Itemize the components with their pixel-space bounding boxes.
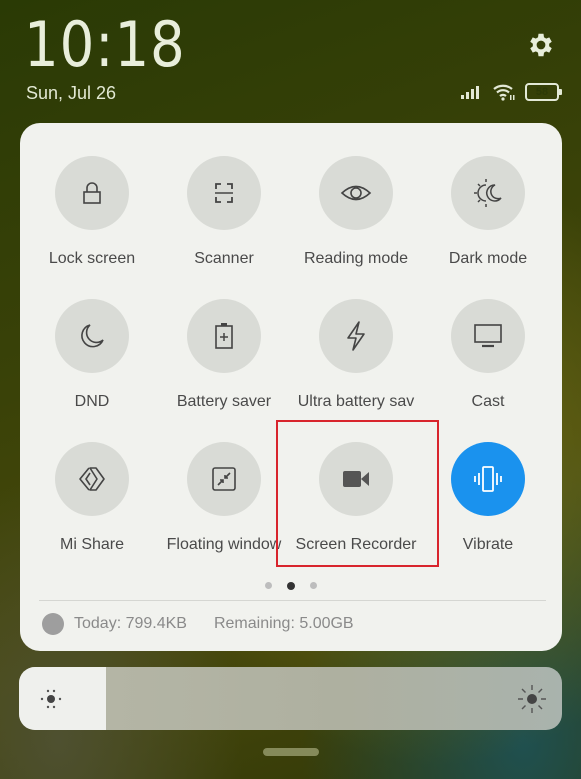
highlight-box bbox=[276, 420, 439, 567]
data-remaining: Remaining: 5.00GB bbox=[213, 615, 354, 632]
page-dot[interactable] bbox=[265, 582, 272, 589]
battery-plus-icon bbox=[215, 323, 233, 349]
tile-label: Ultra battery sav bbox=[297, 393, 415, 410]
tile-cast[interactable]: Cast bbox=[422, 299, 554, 411]
mi-share-icon bbox=[79, 467, 105, 491]
gear-icon[interactable] bbox=[526, 30, 556, 60]
page-dot-current[interactable] bbox=[287, 581, 295, 590]
tile-label: Mi Share bbox=[59, 536, 125, 553]
tile-label: Battery saver bbox=[176, 393, 272, 410]
wifi-icon bbox=[493, 84, 515, 101]
tile-label: Scanner bbox=[194, 250, 254, 267]
date-label: Sun, Jul 26 bbox=[26, 83, 117, 103]
tile-button[interactable] bbox=[55, 299, 129, 373]
divider bbox=[39, 600, 546, 601]
clock-time: 10:18 bbox=[24, 8, 186, 81]
tile-button[interactable] bbox=[187, 156, 261, 230]
tile-button[interactable] bbox=[451, 442, 525, 516]
battery-indicator: 58 bbox=[525, 83, 562, 101]
scanner-icon bbox=[215, 183, 233, 203]
tile-label: Cast bbox=[471, 393, 505, 410]
tile-mi-share[interactable]: Mi Share bbox=[26, 442, 158, 554]
tile-button[interactable] bbox=[319, 299, 393, 373]
data-usage-row[interactable]: Today: 799.4KB Remaining: 5.00GB bbox=[42, 613, 354, 635]
status-bar: 58 bbox=[461, 83, 562, 101]
vibrate-icon bbox=[474, 466, 502, 492]
tile-button[interactable] bbox=[319, 156, 393, 230]
tile-label: Lock screen bbox=[48, 250, 136, 267]
moon-icon bbox=[81, 324, 104, 348]
tile-label: Vibrate bbox=[462, 536, 514, 553]
tile-button[interactable] bbox=[55, 442, 129, 516]
tile-battery-saver[interactable]: Battery saver bbox=[158, 299, 290, 411]
tile-reading-mode[interactable]: Reading mode bbox=[290, 156, 422, 268]
brightness-high-icon bbox=[518, 685, 546, 713]
battery-level: 58 bbox=[535, 86, 549, 98]
lightning-icon bbox=[347, 321, 365, 351]
quick-settings-panel: Lock screen Scanner Reading mode Dark mo… bbox=[20, 123, 562, 651]
lock-icon bbox=[83, 182, 101, 204]
cellular-signal-icon bbox=[461, 86, 479, 99]
tile-label: DND bbox=[74, 393, 110, 410]
data-today: Today: 799.4KB bbox=[74, 615, 187, 632]
data-usage-gauge-icon bbox=[42, 613, 64, 635]
monitor-icon bbox=[474, 324, 502, 348]
tile-dnd[interactable]: DND bbox=[26, 299, 158, 411]
tile-button[interactable] bbox=[451, 156, 525, 230]
tile-vibrate[interactable]: Vibrate bbox=[422, 442, 554, 554]
brightness-slider[interactable] bbox=[19, 667, 562, 730]
tile-floating-window[interactable]: Floating window bbox=[158, 442, 290, 554]
floating-window-icon bbox=[212, 467, 236, 491]
tile-button[interactable] bbox=[187, 299, 261, 373]
tile-button[interactable] bbox=[451, 299, 525, 373]
tile-dark-mode[interactable]: Dark mode bbox=[422, 156, 554, 268]
dark-mode-icon bbox=[474, 179, 502, 207]
tile-label: Reading mode bbox=[303, 250, 409, 267]
tile-lock-screen[interactable]: Lock screen bbox=[26, 156, 158, 268]
tile-button[interactable] bbox=[55, 156, 129, 230]
brightness-low-icon bbox=[40, 689, 62, 709]
page-indicator bbox=[20, 581, 562, 590]
tile-label: Floating window bbox=[166, 536, 282, 553]
drag-handle[interactable] bbox=[263, 748, 319, 756]
tile-ultra-battery-saver[interactable]: Ultra battery sav bbox=[290, 299, 422, 411]
page-dot[interactable] bbox=[310, 582, 317, 589]
tile-scanner[interactable]: Scanner bbox=[158, 156, 290, 268]
eye-icon bbox=[340, 185, 372, 201]
tile-label: Dark mode bbox=[448, 250, 528, 267]
tile-button[interactable] bbox=[187, 442, 261, 516]
